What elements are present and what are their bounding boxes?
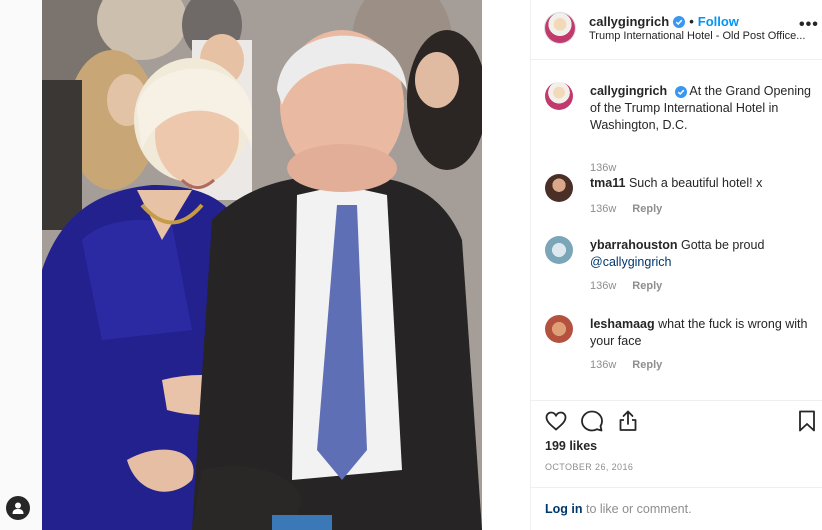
login-link[interactable]: Log in <box>545 502 583 516</box>
verified-badge-icon <box>674 85 687 98</box>
comment-text: Such a beautiful hotel! x <box>628 176 763 190</box>
verified-badge-icon <box>673 15 686 28</box>
comment-username[interactable]: ybarrahouston <box>590 238 678 252</box>
post-photo[interactable] <box>42 0 482 530</box>
post-actions: 199 likes OCTOBER 26, 2016 Log in to lik… <box>531 400 822 530</box>
post-date[interactable]: OCTOBER 26, 2016 <box>545 462 633 472</box>
location-link[interactable]: Trump International Hotel - Old Post Off… <box>589 30 815 42</box>
reply-button[interactable]: Reply <box>632 359 662 371</box>
comment-username[interactable]: leshamaag <box>590 317 655 331</box>
share-icon[interactable] <box>616 409 640 433</box>
header-user-row: callygingrich • Follow <box>589 14 739 29</box>
comment-meta: 136w Reply <box>590 359 662 371</box>
comment-bubble-icon[interactable] <box>580 409 604 433</box>
comment-text-block: ybarrahouston Gotta be proud @callygingr… <box>590 237 820 271</box>
gap <box>482 0 530 530</box>
caption-username[interactable]: callygingrich <box>590 84 667 98</box>
profile-icon[interactable] <box>6 496 30 520</box>
login-prompt: Log in to like or comment. <box>531 487 822 530</box>
likes-count[interactable]: 199 likes <box>545 439 597 453</box>
post-side-panel: callygingrich • Follow Trump Internation… <box>530 0 822 530</box>
follow-button[interactable]: Follow <box>698 14 739 29</box>
login-suffix: to like or comment. <box>582 502 692 516</box>
login-text: Log in to like or comment. <box>545 502 692 516</box>
caption-text-block: callygingrich At the Grand Opening of th… <box>590 83 820 134</box>
comment-meta: 136w Reply <box>590 280 662 292</box>
bookmark-icon[interactable] <box>795 409 819 433</box>
comment-text-block: leshamaag what the fuck is wrong with yo… <box>590 316 820 350</box>
comment-avatar[interactable] <box>545 315 573 343</box>
reply-button[interactable]: Reply <box>632 280 662 292</box>
comment-avatar[interactable] <box>545 236 573 264</box>
caption-age[interactable]: 136w <box>590 162 616 174</box>
post-header: callygingrich • Follow Trump Internation… <box>531 0 822 60</box>
caption-meta: 136w <box>590 162 616 174</box>
more-options-icon[interactable]: ••• <box>799 16 819 34</box>
comment-age[interactable]: 136w <box>590 359 616 371</box>
header-username[interactable]: callygingrich <box>589 14 669 29</box>
left-gutter <box>0 0 42 530</box>
comments-list: callygingrich At the Grand Opening of th… <box>531 60 822 400</box>
reply-button[interactable]: Reply <box>632 203 662 215</box>
comment-avatar[interactable] <box>545 174 573 202</box>
header-avatar[interactable] <box>545 13 575 43</box>
separator-dot: • <box>689 14 694 29</box>
comment-meta: 136w Reply <box>590 203 662 215</box>
comment-mention-link[interactable]: @callygingrich <box>590 255 671 269</box>
comment-age[interactable]: 136w <box>590 280 616 292</box>
comment-username[interactable]: tma11 <box>590 176 625 190</box>
comment-text-block: tma11 Such a beautiful hotel! x <box>590 175 820 192</box>
heart-icon[interactable] <box>544 409 568 433</box>
caption-avatar[interactable] <box>545 82 573 110</box>
comment-text: Gotta be proud <box>681 238 765 252</box>
comment-age[interactable]: 136w <box>590 203 616 215</box>
